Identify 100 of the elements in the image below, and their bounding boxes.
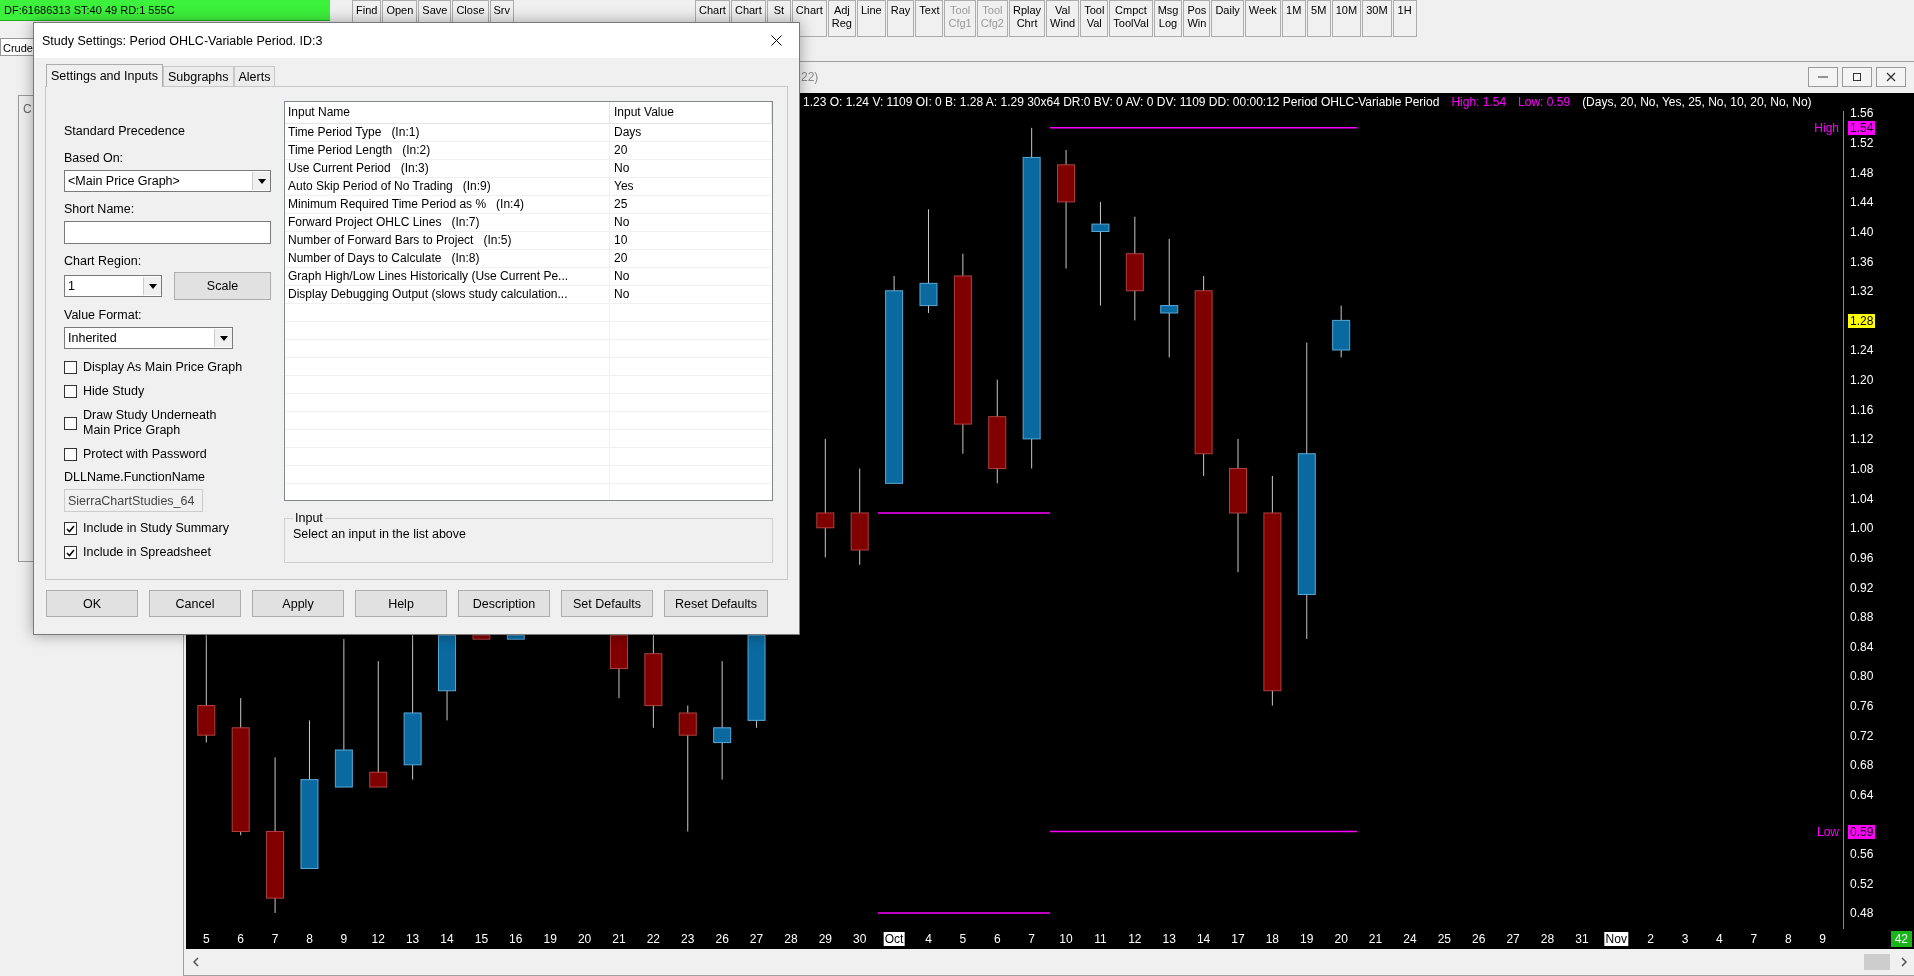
price-label: 0.68 bbox=[1850, 758, 1874, 773]
toolbar-button[interactable]: Adj Reg bbox=[827, 0, 856, 37]
tab[interactable]: Settings and Inputs bbox=[46, 64, 164, 87]
toolbar-button[interactable]: Msg Log bbox=[1153, 0, 1183, 37]
scroll-thumb[interactable] bbox=[1864, 954, 1890, 971]
table-cell[interactable]: 10 bbox=[610, 232, 772, 249]
date-label: 22 bbox=[645, 932, 662, 947]
date-label: 16 bbox=[508, 932, 524, 947]
minimize-icon bbox=[1818, 76, 1828, 79]
checkbox[interactable] bbox=[64, 522, 77, 535]
price-badge: 1.54 bbox=[1848, 121, 1876, 136]
dialog-button[interactable]: Apply bbox=[252, 590, 344, 617]
tab[interactable]: Subgraphs bbox=[163, 66, 234, 86]
table-cell[interactable]: Forward Project OHLC Lines (In:7) bbox=[285, 214, 610, 231]
price-label: 1.48 bbox=[1850, 165, 1874, 180]
toolbar-button[interactable]: Text bbox=[915, 0, 944, 37]
date-label: 20 bbox=[1333, 932, 1349, 947]
toolbar-button[interactable]: Val Wind bbox=[1046, 0, 1080, 37]
checkbox-label: Include in Spreadsheet bbox=[83, 545, 211, 560]
table-cell[interactable]: Time Period Length (In:2) bbox=[285, 142, 610, 159]
date-label: 19 bbox=[542, 932, 558, 947]
table-cell[interactable]: Use Current Period (In:3) bbox=[285, 160, 610, 177]
dialog-button[interactable]: Set Defaults bbox=[561, 590, 653, 617]
toolbar-button[interactable]: Rplay Chrt bbox=[1009, 0, 1046, 37]
table-cell[interactable]: Minimum Required Time Period as % (In:4) bbox=[285, 196, 610, 213]
tab[interactable]: Alerts bbox=[233, 66, 276, 86]
table-cell[interactable]: Yes bbox=[610, 178, 772, 195]
date-label: 14 bbox=[1195, 932, 1212, 947]
toolbar-button[interactable]: 30M bbox=[1362, 0, 1392, 37]
high-info: High: 1.54 bbox=[1451, 95, 1507, 110]
table-cell[interactable]: No bbox=[610, 160, 772, 177]
checkbox[interactable] bbox=[64, 448, 77, 461]
date-label: 21 bbox=[611, 932, 627, 947]
table-cell[interactable]: Number of Forward Bars to Project (In:5) bbox=[285, 232, 610, 249]
table-cell[interactable]: 20 bbox=[610, 142, 772, 159]
table-cell[interactable]: 25 bbox=[610, 196, 772, 213]
close-button[interactable] bbox=[1876, 67, 1906, 88]
table-cell[interactable]: 20 bbox=[610, 250, 772, 267]
dropdown[interactable]: <Main Price Graph> bbox=[64, 170, 271, 192]
date-label: 29 bbox=[817, 932, 833, 947]
dropdown[interactable]: 1 bbox=[64, 275, 162, 297]
dropdown[interactable]: Inherited bbox=[64, 327, 233, 349]
toolbar-button[interactable]: 10M bbox=[1331, 0, 1362, 37]
price-label: 1.36 bbox=[1850, 254, 1874, 269]
table-cell[interactable]: Graph High/Low Lines Historically (Use Current Pe... bbox=[285, 268, 610, 285]
toolbar-button[interactable]: Cmpct ToolVal bbox=[1109, 0, 1153, 37]
date-label: 15 bbox=[473, 932, 490, 947]
dialog-button[interactable]: Help bbox=[355, 590, 447, 617]
toolbar-button[interactable]: Daily bbox=[1211, 0, 1244, 37]
table-cell[interactable]: No bbox=[610, 286, 772, 303]
price-label: 1.32 bbox=[1850, 284, 1874, 299]
checkbox[interactable] bbox=[64, 361, 77, 374]
scroll-right-icon[interactable] bbox=[1900, 957, 1908, 968]
date-label: 24 bbox=[1402, 932, 1418, 947]
close-icon bbox=[1886, 72, 1896, 83]
field-label: Short Name: bbox=[64, 202, 136, 217]
restore-button[interactable] bbox=[1842, 67, 1872, 88]
date-label: 28 bbox=[783, 932, 799, 947]
price-marker-label: Low bbox=[1817, 824, 1839, 839]
date-label: 28 bbox=[1539, 932, 1556, 947]
toolbar-button[interactable]: 1H bbox=[1392, 0, 1417, 37]
toolbar-button[interactable]: Ray bbox=[886, 0, 915, 37]
scale-button[interactable]: Scale bbox=[174, 272, 271, 300]
candle bbox=[1332, 305, 1351, 359]
column-header[interactable]: Input Name bbox=[285, 102, 610, 123]
price-label: 0.64 bbox=[1850, 787, 1874, 802]
restore-icon bbox=[1852, 72, 1862, 83]
input-field[interactable] bbox=[64, 221, 271, 244]
table-cell[interactable]: Days bbox=[610, 124, 772, 141]
date-label: 27 bbox=[748, 932, 765, 947]
quote-info: 1.23 O: 1.24 V: 1109 OI: 0 B: 1.28 A: 1.29 30x64 DR:0 BV: 0 AV: 0 DV: 1109 DD: 00:00:12 Period OHLC-Variable Period bbox=[803, 95, 1440, 110]
toolbar-button[interactable]: Tool Val bbox=[1080, 0, 1109, 37]
table-cell[interactable]: No bbox=[610, 214, 772, 231]
field-label: DLLName.FunctionName bbox=[64, 470, 207, 485]
study-inputs-info: (Days, 20, No, Yes, 25, No, 10, 20, No, No) bbox=[1582, 95, 1812, 110]
checkbox[interactable] bbox=[64, 385, 77, 398]
dialog-button[interactable]: Description bbox=[458, 590, 550, 617]
price-label: 1.04 bbox=[1850, 491, 1874, 506]
price-label: 0.80 bbox=[1850, 669, 1874, 684]
column-header[interactable]: Input Value bbox=[610, 102, 772, 123]
toolbar-button[interactable]: 5M bbox=[1306, 0, 1331, 37]
scroll-left-icon[interactable] bbox=[192, 957, 200, 968]
table-cell[interactable]: Display Debugging Output (slows study calculation... bbox=[285, 286, 610, 303]
caret-icon bbox=[252, 172, 270, 190]
checkbox[interactable] bbox=[64, 546, 77, 559]
dialog-button[interactable]: OK bbox=[46, 590, 138, 617]
checkbox[interactable] bbox=[64, 416, 77, 430]
price-label: 1.40 bbox=[1850, 224, 1874, 239]
table-cell[interactable]: Time Period Type (In:1) bbox=[285, 124, 610, 141]
toolbar-button[interactable]: Pos Win bbox=[1183, 0, 1211, 37]
table-cell[interactable]: Number of Days to Calculate (In:8) bbox=[285, 250, 610, 267]
toolbar-button[interactable]: Week bbox=[1244, 0, 1281, 37]
table-cell[interactable]: Auto Skip Period of No Trading (In:9) bbox=[285, 178, 610, 195]
dialog-button[interactable]: Cancel bbox=[149, 590, 241, 617]
table-cell[interactable]: No bbox=[610, 268, 772, 285]
price-label: 0.92 bbox=[1850, 580, 1874, 595]
date-label: 21 bbox=[1367, 932, 1384, 947]
toolbar-button[interactable]: 1M bbox=[1281, 0, 1306, 37]
dialog-button[interactable]: Reset Defaults bbox=[664, 590, 768, 617]
toolbar-button[interactable]: Line bbox=[856, 0, 886, 37]
